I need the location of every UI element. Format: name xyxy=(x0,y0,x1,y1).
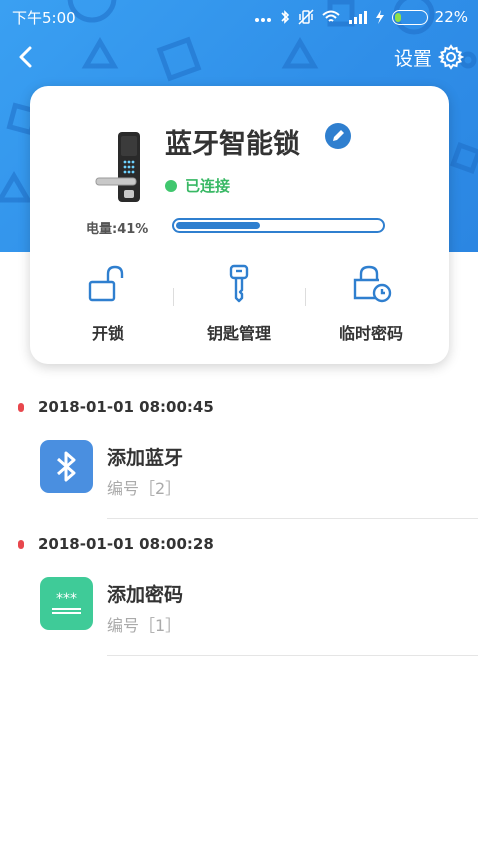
more-dots-icon xyxy=(254,18,271,22)
charging-icon xyxy=(375,10,384,24)
smart-lock-image xyxy=(95,132,140,202)
temp-password-button[interactable]: 临时密码 xyxy=(306,264,436,344)
record-time: 2018-01-01 08:00:45 xyxy=(38,398,214,416)
power-label: 电量:41% xyxy=(86,222,149,237)
password-icon: *** xyxy=(52,591,81,614)
vibrate-icon xyxy=(298,9,314,25)
bluetooth-icon xyxy=(57,451,76,482)
record-title: 添加蓝牙 xyxy=(107,447,184,469)
key-icon xyxy=(229,264,249,303)
record-subtitle: 编号［1］ xyxy=(107,616,182,635)
connection-status: 已连接 xyxy=(165,175,230,196)
gear-icon xyxy=(438,44,464,70)
device-name: 蓝牙智能锁 xyxy=(165,129,300,160)
edit-icon[interactable] xyxy=(324,122,352,150)
battery-fill xyxy=(394,12,402,22)
record-dot xyxy=(18,402,24,412)
unlock-button[interactable]: 开锁 xyxy=(43,264,173,344)
device-card: 蓝牙智能锁 已连接 电量:41% 开锁 钥匙管理 临时密码 xyxy=(30,86,449,364)
signal-icon xyxy=(348,11,367,24)
key-management-label: 钥匙管理 xyxy=(206,324,271,343)
record-subtitle: 编号［2］ xyxy=(107,479,182,498)
record-time: 2018-01-01 08:00:28 xyxy=(38,535,214,553)
power-bar xyxy=(172,218,385,233)
record-divider xyxy=(107,655,478,656)
connected-dot xyxy=(165,179,177,192)
record-time-row: 2018-01-01 08:00:28 xyxy=(18,535,214,553)
record-time-row: 2018-01-01 08:00:45 xyxy=(18,398,214,416)
status-time: 下午5:00 xyxy=(12,8,76,27)
settings-button[interactable]: 设置 xyxy=(394,44,464,71)
status-bar: 下午5:00 22% xyxy=(0,0,478,34)
record-dot xyxy=(18,539,24,549)
unlock-icon xyxy=(88,265,124,302)
battery-icon xyxy=(391,9,428,25)
unlock-label: 开锁 xyxy=(91,324,124,343)
top-bar: 设置 xyxy=(0,36,478,78)
record-item[interactable]: *** xyxy=(40,577,93,630)
key-management-button[interactable]: 钥匙管理 xyxy=(174,264,304,344)
svg-text:***: *** xyxy=(56,591,77,607)
connection-status-text: 已连接 xyxy=(185,177,231,195)
record-title: 添加密码 xyxy=(107,584,184,606)
wifi-icon xyxy=(321,10,340,22)
record-divider xyxy=(107,518,478,519)
lock-clock-icon xyxy=(353,265,392,303)
action-row: 开锁 钥匙管理 临时密码 xyxy=(30,264,449,344)
record-item[interactable] xyxy=(40,440,93,493)
back-arrow-icon[interactable] xyxy=(14,42,40,72)
power-bar-fill xyxy=(176,222,261,229)
temp-password-label: 临时密码 xyxy=(338,324,403,343)
settings-label: 设置 xyxy=(393,47,432,70)
battery-percent: 22% xyxy=(434,8,468,26)
bluetooth-status-icon xyxy=(281,10,289,24)
